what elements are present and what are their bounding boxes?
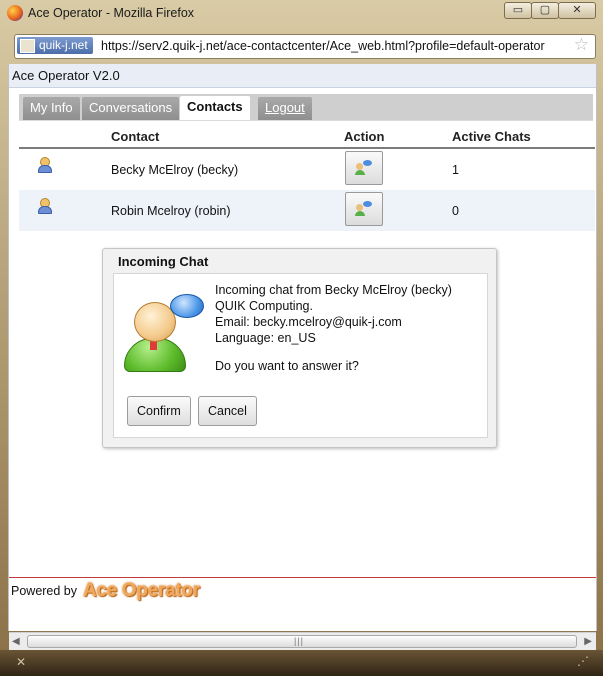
tab-divider [19,120,593,121]
dialog-line-language: Language: en_US [215,331,316,345]
title-bar: Ace Operator - Mozilla Firefox ▭ ▢ ✕ [0,0,603,28]
table-row: Robin Mcelroy (robin) 0 [19,190,595,231]
contact-icon-cell [19,190,111,231]
horizontal-scrollbar[interactable]: ◀ ||| ▶ [9,632,596,650]
tab-contacts[interactable]: Contacts [180,96,250,120]
close-button[interactable]: ✕ [558,2,596,19]
scroll-right-icon[interactable]: ▶ [584,636,592,647]
window-title: Ace Operator - Mozilla Firefox [28,6,195,20]
scroll-left-icon[interactable]: ◀ [12,636,20,647]
site-identity-badge[interactable]: quik-j.net [17,37,93,54]
url-text[interactable]: https://serv2.quik-j.net/ace-contactcent… [101,39,545,53]
active-chats-count: 0 [452,190,595,231]
confirm-button[interactable]: Confirm [127,396,191,426]
chat-user-icon [355,160,373,176]
dialog-title: Incoming Chat [118,254,209,269]
grip-icon: ||| [294,636,305,646]
site-badge-label: quik-j.net [39,38,88,52]
address-bar[interactable]: quik-j.net https://serv2.quik-j.net/ace-… [14,34,596,59]
contacts-table: Contact Action Active Chats Becky McElro… [19,125,595,231]
tab-logout[interactable]: Logout [258,97,312,120]
minimize-button[interactable]: ▭ [504,2,532,19]
contact-icon-cell [19,148,111,190]
dialog-line-company: QUIK Computing. [215,299,313,313]
maximize-button[interactable]: ▢ [531,2,559,19]
powered-by-label: Powered by [11,584,78,598]
page-content: Ace Operator V2.0 My Info Conversations … [8,64,597,650]
active-chats-count: 1 [452,162,459,177]
action-cell [344,148,452,190]
start-chat-button[interactable] [345,151,383,185]
chat-user-icon [355,201,373,217]
resize-grip-icon[interactable]: ⋰ [577,654,589,668]
dialog-line-from: Incoming chat from Becky McElroy (becky) [215,283,452,297]
close-icon[interactable]: ✕ [16,655,26,669]
firefox-icon [7,5,23,21]
contact-name: Robin Mcelroy (robin) [111,190,344,231]
incoming-chat-dialog: Incoming Chat Incoming chat from Becky M… [102,248,497,448]
browser-window: Ace Operator - Mozilla Firefox ▭ ▢ ✕ qui… [0,0,603,676]
action-column-header: Action [344,125,452,149]
footer-divider [9,577,596,578]
chat-user-icon [124,294,206,374]
contact-column-header: Contact [111,125,344,149]
scrollbar-thumb[interactable]: ||| [27,635,577,648]
start-chat-button[interactable] [345,192,383,226]
app-title: Ace Operator V2.0 [12,68,120,83]
tab-bar: My Info Conversations Contacts Logout [19,94,593,120]
user-icon [37,156,52,173]
cancel-button[interactable]: Cancel [198,396,257,426]
tab-my-info[interactable]: My Info [23,97,80,120]
star-icon[interactable]: ☆ [574,35,589,55]
site-icon [20,39,35,53]
status-bar: ✕ ⋰ [0,650,603,676]
dialog-question: Do you want to answer it? [215,359,359,373]
tab-conversations[interactable]: Conversations [82,97,180,120]
ace-operator-logo: Ace Operator [83,580,200,601]
dialog-body: Incoming chat from Becky McElroy (becky)… [113,273,488,438]
contact-name: Becky McElroy (becky) [111,162,239,177]
dialog-line-email: Email: becky.mcelroy@quik-j.com [215,315,402,329]
dialog-message: Incoming chat from Becky McElroy (becky)… [215,282,452,374]
table-header-row: Contact Action Active Chats [19,125,595,149]
table-row: Becky McElroy (becky) 1 [19,148,595,190]
action-cell [344,190,452,231]
active-chats-column-header: Active Chats [452,125,595,149]
user-icon [37,197,52,214]
app-header: Ace Operator V2.0 [9,64,596,88]
icon-column-header [19,125,111,149]
